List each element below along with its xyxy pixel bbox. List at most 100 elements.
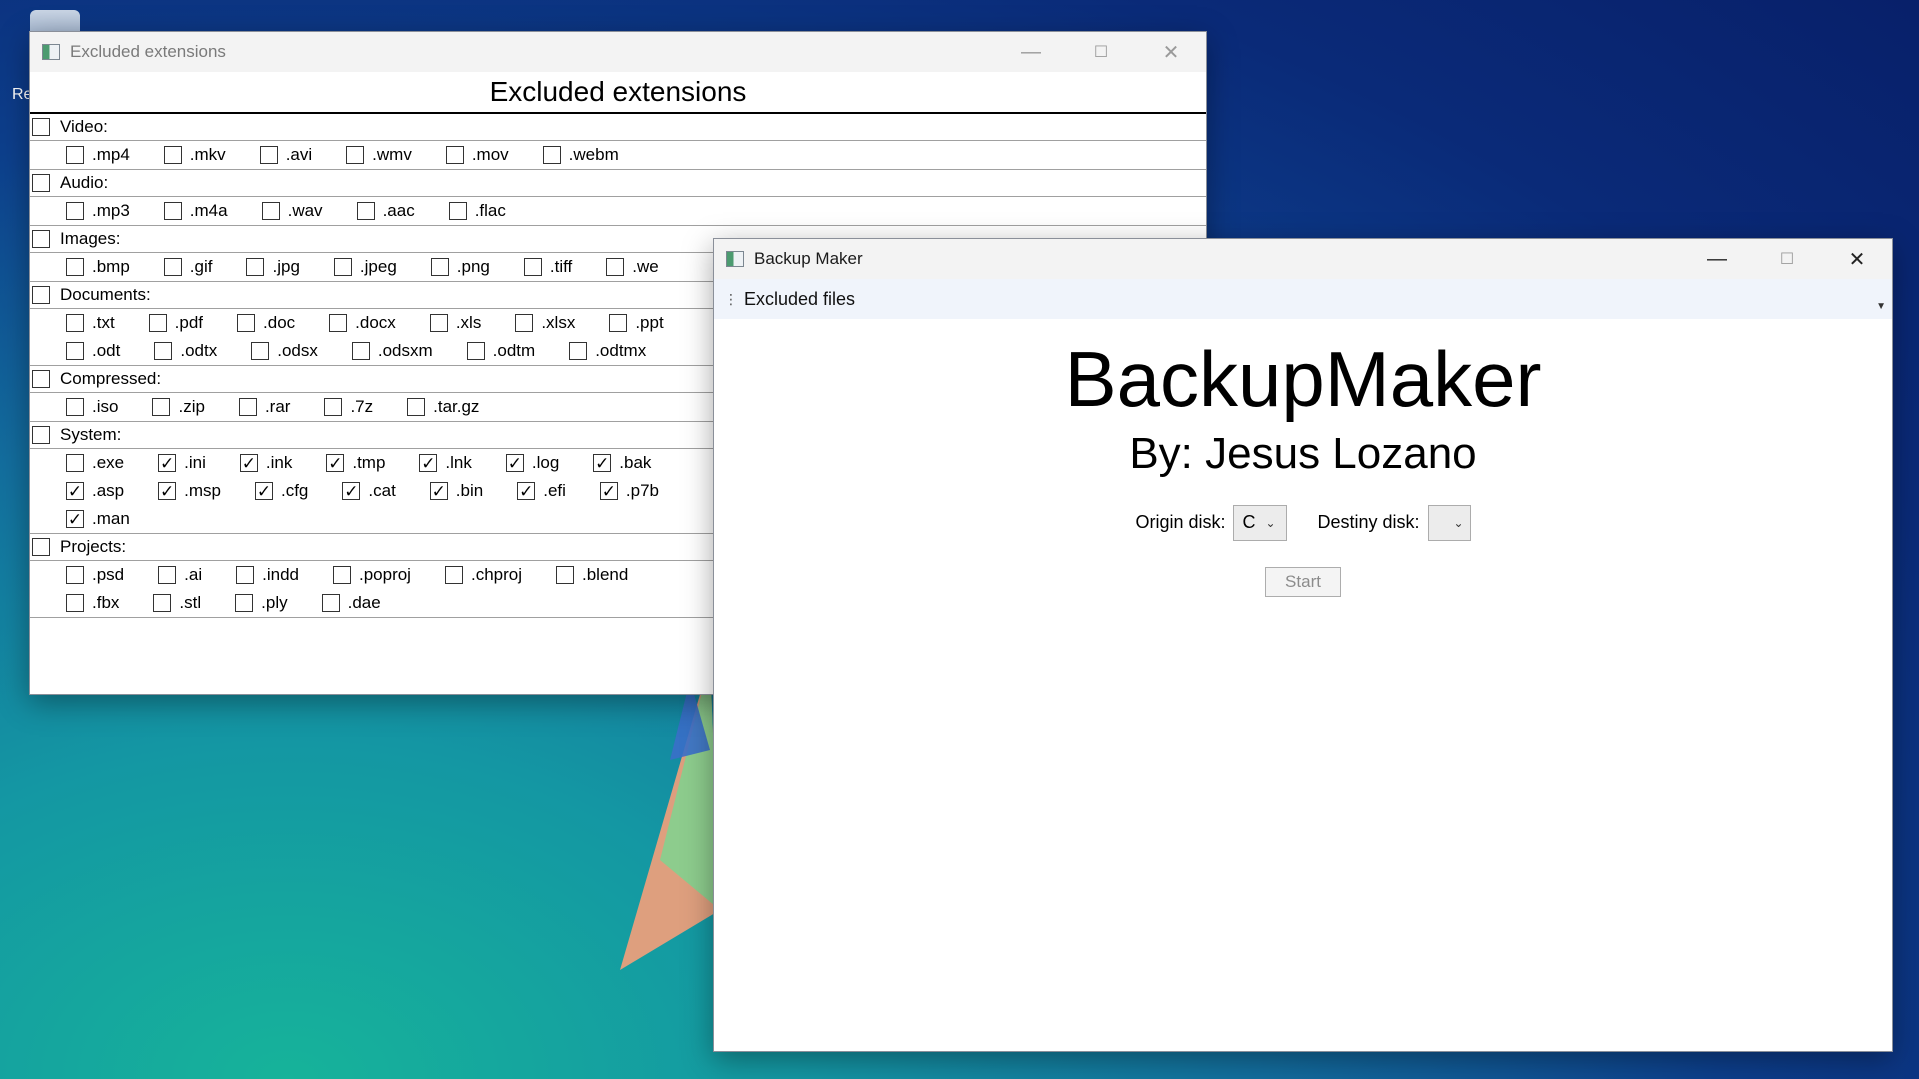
extension-checkbox[interactable] bbox=[356, 202, 375, 220]
extension-checkbox[interactable] bbox=[163, 146, 182, 164]
extension-checkbox[interactable] bbox=[556, 566, 574, 584]
extension-checkbox[interactable] bbox=[261, 202, 280, 220]
extension-checkbox[interactable]: ✓ bbox=[593, 454, 612, 472]
extension-checkbox[interactable] bbox=[66, 202, 84, 220]
extension-checkbox[interactable]: ✓ bbox=[505, 454, 524, 472]
extension-checkbox[interactable] bbox=[333, 258, 352, 276]
extension-checkbox[interactable] bbox=[152, 398, 171, 416]
extension-checkbox[interactable] bbox=[346, 146, 365, 164]
extension-checkbox[interactable] bbox=[66, 454, 84, 472]
maximize-button[interactable]: ☐ bbox=[1066, 32, 1136, 72]
bm-titlebar[interactable]: Backup Maker — ☐ ✕ bbox=[714, 239, 1892, 279]
extension-checkbox[interactable] bbox=[235, 594, 254, 612]
extension-option[interactable]: .blend bbox=[556, 565, 628, 585]
extension-option[interactable]: ✓ .lnk bbox=[419, 453, 472, 473]
extension-checkbox[interactable]: ✓ bbox=[419, 454, 438, 472]
extension-checkbox[interactable] bbox=[609, 314, 628, 332]
extension-checkbox[interactable] bbox=[321, 594, 340, 612]
category-checkbox[interactable] bbox=[32, 370, 50, 388]
extension-checkbox[interactable] bbox=[329, 314, 348, 332]
extension-checkbox[interactable]: ✓ bbox=[326, 454, 345, 472]
extension-option[interactable]: .ppt bbox=[609, 313, 664, 333]
extension-checkbox[interactable] bbox=[163, 202, 182, 220]
extension-checkbox[interactable] bbox=[523, 258, 542, 276]
extension-checkbox[interactable] bbox=[66, 342, 84, 360]
extension-option[interactable]: .we bbox=[606, 257, 659, 277]
extension-option[interactable]: ✓ .asp bbox=[66, 481, 124, 501]
extension-option[interactable]: ✓ .ink bbox=[239, 453, 292, 473]
extension-option[interactable]: .fbx bbox=[66, 593, 119, 613]
extension-option[interactable]: ✓ .efi bbox=[517, 481, 566, 501]
extension-option[interactable]: .poproj bbox=[332, 565, 411, 585]
extension-checkbox[interactable] bbox=[237, 314, 256, 332]
extension-option[interactable]: ✓ .bak bbox=[593, 453, 651, 473]
extension-checkbox[interactable] bbox=[444, 566, 463, 584]
extension-checkbox[interactable] bbox=[324, 398, 343, 416]
extension-checkbox[interactable] bbox=[430, 258, 449, 276]
extension-checkbox[interactable] bbox=[429, 314, 448, 332]
extension-checkbox[interactable]: ✓ bbox=[66, 510, 84, 528]
category-checkbox[interactable] bbox=[32, 538, 50, 556]
extension-option[interactable]: .odsxm bbox=[351, 341, 433, 361]
extension-checkbox[interactable] bbox=[332, 566, 351, 584]
extension-option[interactable]: .odsx bbox=[251, 341, 318, 361]
extension-checkbox[interactable] bbox=[66, 314, 84, 332]
extension-option[interactable]: .xls bbox=[429, 313, 481, 333]
extension-option[interactable]: ✓ .tmp bbox=[326, 453, 385, 473]
extension-option[interactable]: .indd bbox=[236, 565, 299, 585]
extension-checkbox[interactable] bbox=[163, 258, 182, 276]
extension-checkbox[interactable] bbox=[542, 146, 561, 164]
extension-option[interactable]: .aac bbox=[356, 201, 415, 221]
toolbar-grip-icon[interactable]: ⋮ bbox=[724, 291, 738, 308]
extension-option[interactable]: .jpeg bbox=[333, 257, 397, 277]
extension-option[interactable]: .ply bbox=[235, 593, 288, 613]
extension-checkbox[interactable]: ✓ bbox=[517, 482, 536, 500]
extension-checkbox[interactable] bbox=[66, 566, 84, 584]
minimize-button[interactable]: — bbox=[996, 32, 1066, 72]
extension-checkbox[interactable] bbox=[148, 314, 167, 332]
extension-option[interactable]: .psd bbox=[66, 565, 124, 585]
extension-checkbox[interactable]: ✓ bbox=[429, 482, 448, 500]
close-button[interactable]: ✕ bbox=[1136, 32, 1206, 72]
category-checkbox[interactable] bbox=[32, 174, 50, 192]
extension-checkbox[interactable] bbox=[246, 258, 265, 276]
destiny-disk-select[interactable]: ⌄ bbox=[1427, 504, 1471, 541]
extension-option[interactable]: .png bbox=[430, 257, 490, 277]
extension-option[interactable]: ✓ .cfg bbox=[254, 481, 308, 501]
excluded-files-menu[interactable]: Excluded files bbox=[744, 289, 855, 310]
extension-option[interactable]: .iso bbox=[66, 397, 118, 417]
extension-checkbox[interactable]: ✓ bbox=[599, 482, 618, 500]
extension-option[interactable]: .chproj bbox=[444, 565, 522, 585]
minimize-button[interactable]: — bbox=[1682, 239, 1752, 279]
extension-checkbox[interactable] bbox=[445, 146, 464, 164]
extension-option[interactable]: .webm bbox=[542, 145, 619, 165]
extension-checkbox[interactable] bbox=[66, 594, 84, 612]
extension-checkbox[interactable] bbox=[259, 146, 278, 164]
extension-checkbox[interactable] bbox=[515, 314, 534, 332]
extension-option[interactable]: .m4a bbox=[163, 201, 228, 221]
extension-option[interactable]: .exe bbox=[66, 453, 124, 473]
extension-option[interactable]: ✓ .man bbox=[66, 509, 130, 529]
maximize-button[interactable]: ☐ bbox=[1752, 239, 1822, 279]
category-checkbox[interactable] bbox=[32, 118, 50, 136]
category-checkbox[interactable] bbox=[32, 426, 50, 444]
category-checkbox[interactable] bbox=[32, 286, 50, 304]
extension-checkbox[interactable]: ✓ bbox=[66, 482, 84, 500]
extension-option[interactable]: .mp4 bbox=[66, 145, 130, 165]
extension-option[interactable]: .docx bbox=[329, 313, 396, 333]
extension-option[interactable]: .wmv bbox=[346, 145, 412, 165]
extension-option[interactable]: .odtx bbox=[154, 341, 217, 361]
extension-checkbox[interactable] bbox=[251, 342, 270, 360]
extension-checkbox[interactable]: ✓ bbox=[342, 482, 361, 500]
extension-option[interactable]: .xlsx bbox=[515, 313, 575, 333]
extension-checkbox[interactable]: ✓ bbox=[254, 482, 273, 500]
extension-checkbox[interactable] bbox=[236, 566, 255, 584]
origin-disk-select[interactable]: C ⌄ bbox=[1233, 504, 1288, 541]
extension-checkbox[interactable] bbox=[569, 342, 588, 360]
extension-option[interactable]: .odtm bbox=[466, 341, 535, 361]
extension-option[interactable]: .flac bbox=[448, 201, 506, 221]
start-button[interactable]: Start bbox=[1265, 566, 1341, 597]
extension-option[interactable]: .stl bbox=[153, 593, 201, 613]
extension-option[interactable]: .odtmx bbox=[569, 341, 646, 361]
extension-checkbox[interactable] bbox=[448, 202, 467, 220]
